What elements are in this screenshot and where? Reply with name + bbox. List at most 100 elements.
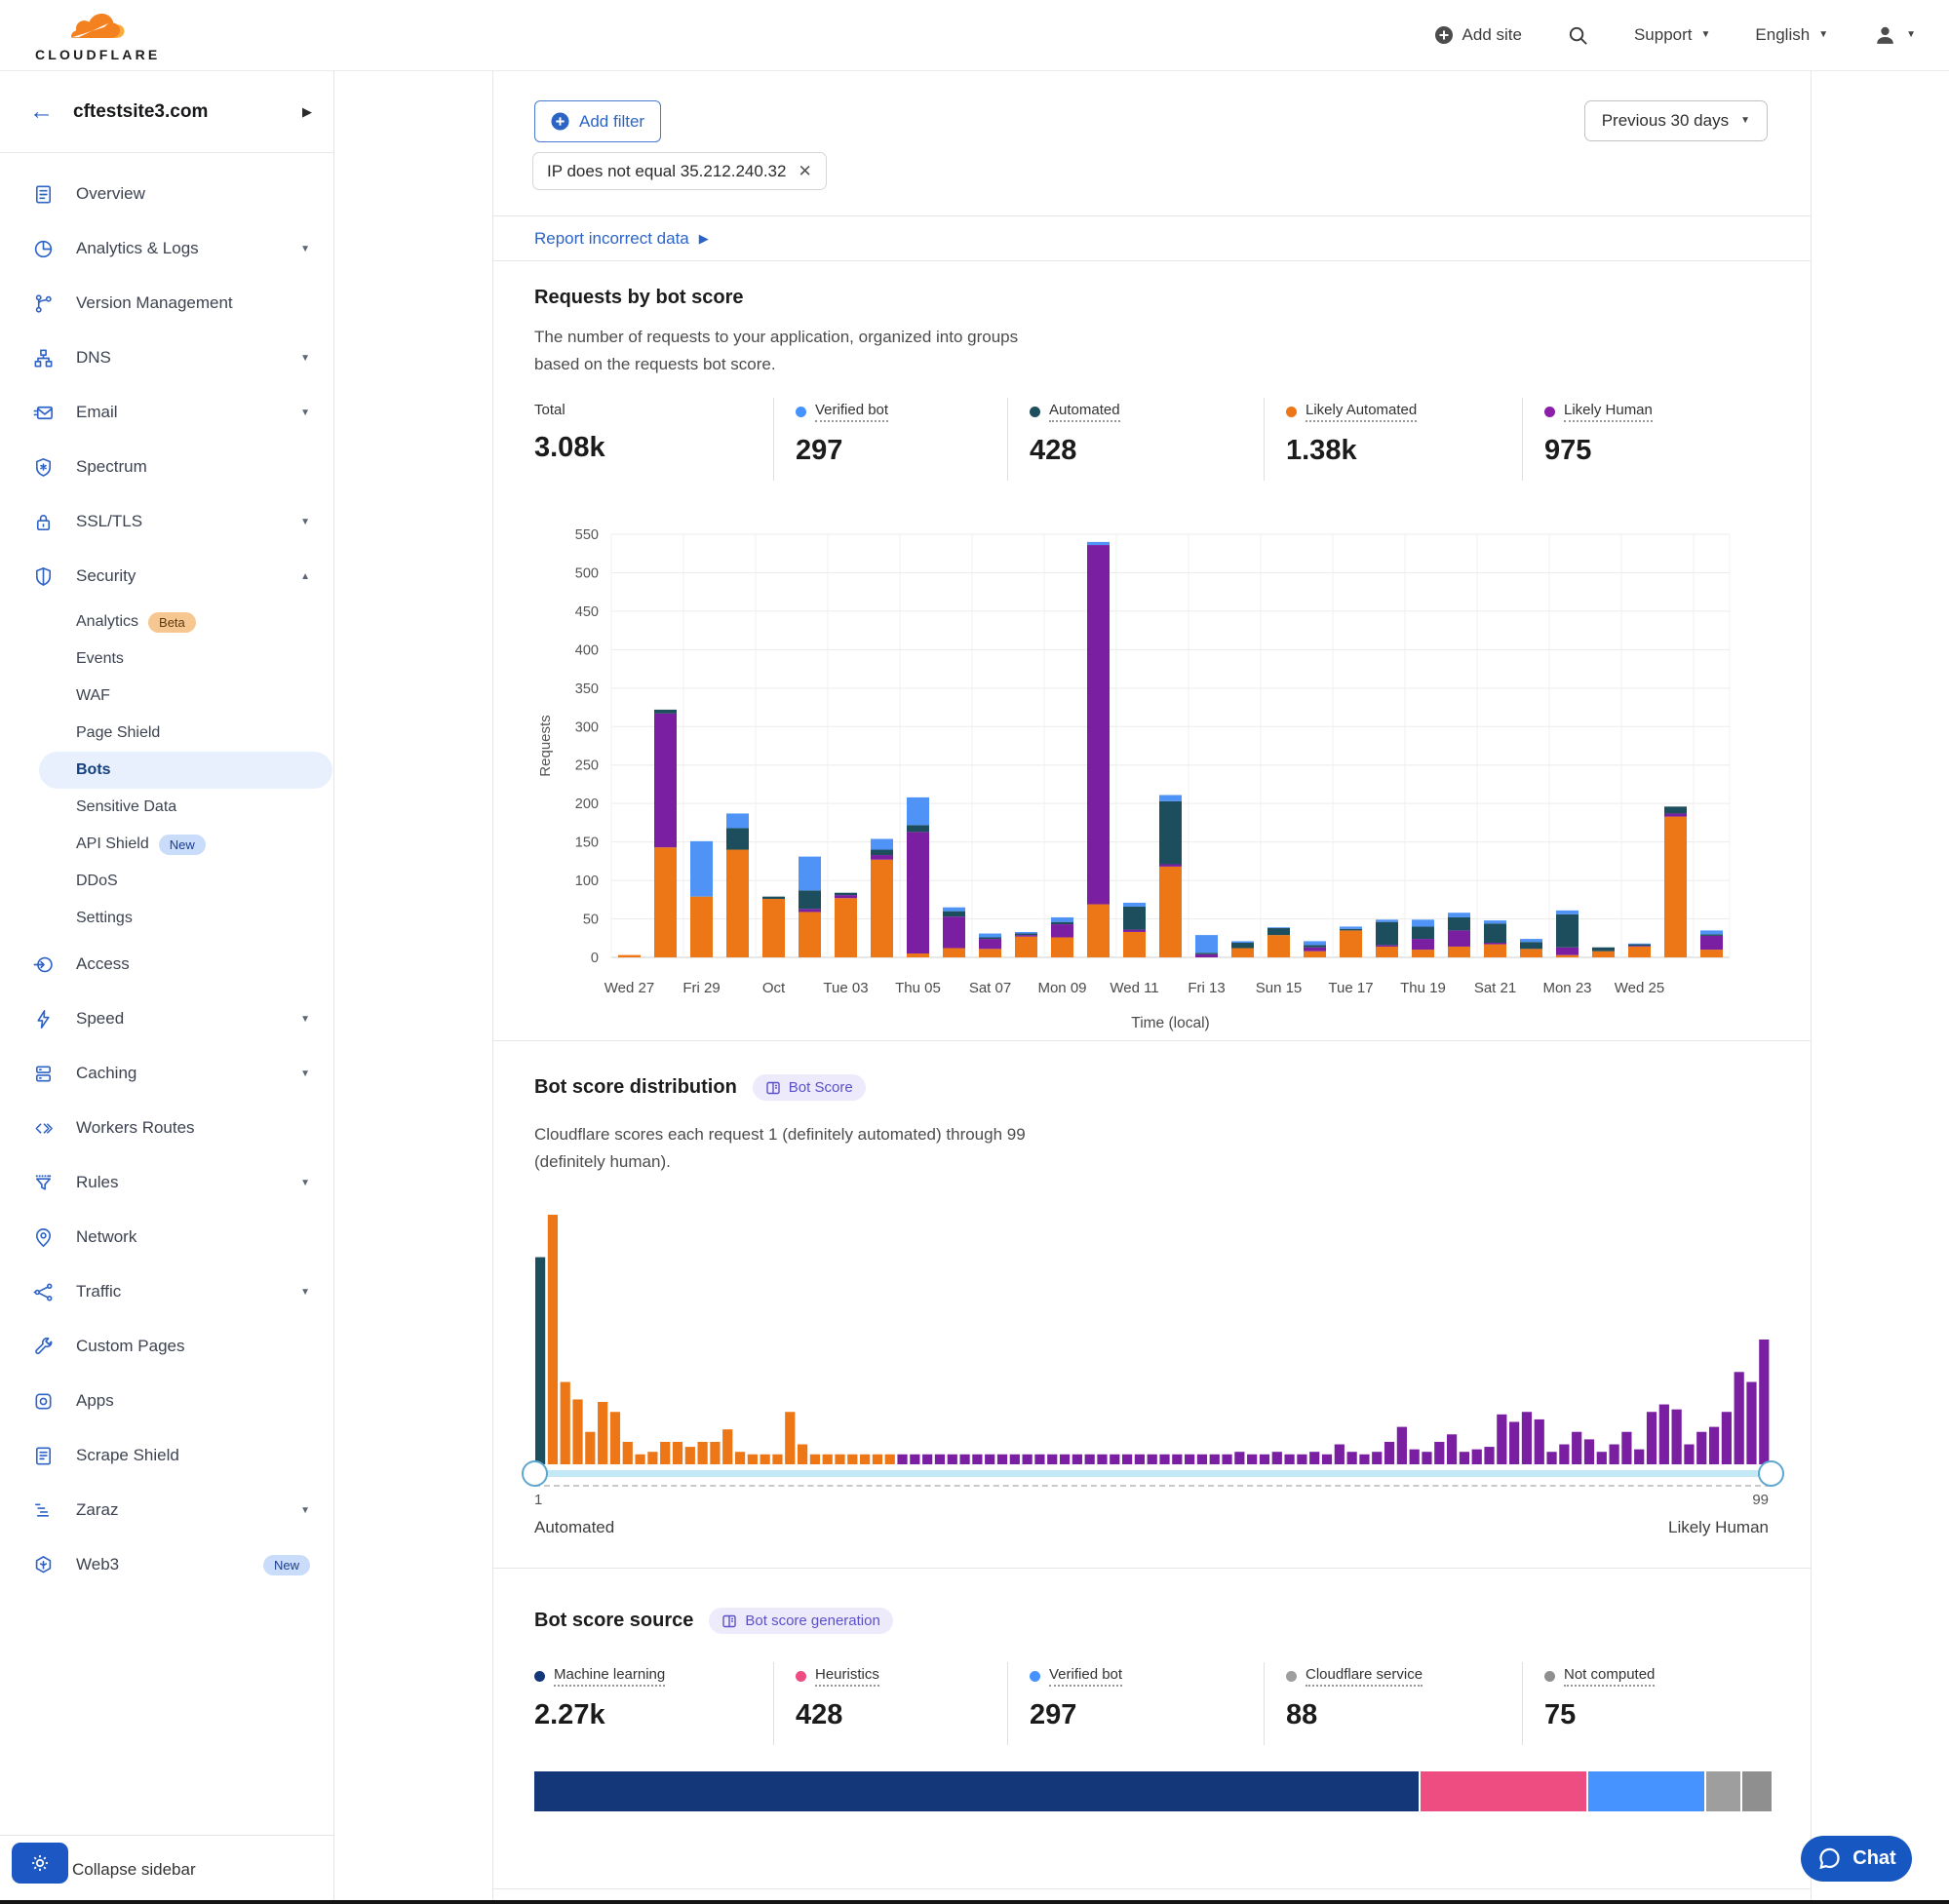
bar-segment-verified-bot[interactable] xyxy=(1087,542,1110,545)
bar-segment-automated[interactable] xyxy=(943,912,965,917)
bar-segment-automated[interactable] xyxy=(1304,945,1326,947)
bar-segment-verified-bot[interactable] xyxy=(1195,935,1218,952)
bar-segment-likely-automated[interactable] xyxy=(1304,952,1326,957)
bar-segment-verified-bot[interactable] xyxy=(979,934,1001,938)
bar-segment-automated[interactable] xyxy=(1015,934,1037,936)
stat-label-row[interactable]: Verified bot xyxy=(796,402,888,422)
bar-segment-likely-human[interactable] xyxy=(654,714,677,847)
histogram-bar[interactable] xyxy=(1559,1445,1569,1464)
bar-segment-likely-automated[interactable] xyxy=(1448,947,1470,957)
source-segment-cloudflare-service[interactable] xyxy=(1706,1771,1740,1811)
histogram-bar[interactable] xyxy=(535,1258,545,1464)
bar-segment-likely-human[interactable] xyxy=(1051,924,1073,937)
bar-segment-automated[interactable] xyxy=(1448,917,1470,930)
stat-label-row[interactable]: Cloudflare service xyxy=(1286,1666,1423,1687)
histogram-bar[interactable] xyxy=(561,1382,570,1464)
histogram-bar[interactable] xyxy=(1434,1442,1444,1464)
histogram-bar[interactable] xyxy=(1047,1455,1057,1464)
bar-segment-verified-bot[interactable] xyxy=(871,838,893,849)
bar-segment-verified-bot[interactable] xyxy=(799,857,821,891)
bar-segment-automated[interactable] xyxy=(1556,914,1579,948)
sidebar-item-caching[interactable]: Caching▼ xyxy=(0,1046,333,1101)
bar-segment-automated[interactable] xyxy=(762,897,785,899)
bar-segment-likely-human[interactable] xyxy=(1195,954,1218,957)
histogram-bar[interactable] xyxy=(1159,1455,1169,1464)
histogram-bar[interactable] xyxy=(1247,1455,1257,1464)
bar-segment-automated[interactable] xyxy=(1592,948,1615,952)
bar-segment-likely-automated[interactable] xyxy=(726,850,749,957)
histogram-bar[interactable] xyxy=(1172,1455,1182,1464)
bar-segment-likely-automated[interactable] xyxy=(1520,949,1542,957)
bar-segment-likely-automated[interactable] xyxy=(1376,947,1398,957)
bar-segment-verified-bot[interactable] xyxy=(1123,903,1146,907)
sidebar-subitem-sensitive-data[interactable]: Sensitive Data xyxy=(0,789,333,826)
bar-segment-likely-automated[interactable] xyxy=(654,847,677,957)
histogram-bar[interactable] xyxy=(1659,1405,1669,1464)
histogram-bar[interactable] xyxy=(1546,1452,1556,1464)
bar-segment-verified-bot[interactable] xyxy=(1340,926,1362,928)
histogram-bar[interactable] xyxy=(598,1402,607,1464)
histogram-bar[interactable] xyxy=(1097,1455,1107,1464)
sidebar-item-rules[interactable]: Rules▼ xyxy=(0,1155,333,1210)
bar-segment-automated[interactable] xyxy=(1664,806,1687,813)
bar-segment-likely-automated[interactable] xyxy=(1231,949,1254,957)
bar-segment-automated[interactable] xyxy=(907,825,929,832)
histogram-bar[interactable] xyxy=(1197,1455,1207,1464)
histogram-bar[interactable] xyxy=(585,1432,595,1464)
bar-segment-likely-automated[interactable] xyxy=(979,949,1001,957)
sidebar-subitem-api-shield[interactable]: API ShieldNew xyxy=(0,826,333,863)
histogram-bar[interactable] xyxy=(1709,1427,1719,1464)
histogram-bar[interactable] xyxy=(735,1452,745,1464)
bar-segment-verified-bot[interactable] xyxy=(1267,927,1290,928)
bar-segment-likely-automated[interactable] xyxy=(1556,955,1579,957)
bar-segment-automated[interactable] xyxy=(871,850,893,856)
bar-segment-likely-human[interactable] xyxy=(1412,939,1434,950)
support-menu[interactable]: Support ▼ xyxy=(1634,25,1710,45)
chat-button[interactable]: Chat xyxy=(1801,1836,1912,1882)
histogram-bar[interactable] xyxy=(572,1399,582,1464)
stat-label-row[interactable]: Heuristics xyxy=(796,1666,879,1687)
histogram-bar[interactable] xyxy=(1684,1445,1694,1464)
sidebar-item-ssl-tls[interactable]: SSL/TLS▼ xyxy=(0,494,333,549)
histogram-bar[interactable] xyxy=(1297,1455,1306,1464)
bar-segment-verified-bot[interactable] xyxy=(1700,930,1723,934)
sidebar-subitem-ddos[interactable]: DDoS xyxy=(0,863,333,900)
histogram-bar[interactable] xyxy=(1509,1421,1519,1464)
histogram-bar[interactable] xyxy=(1135,1455,1145,1464)
histogram-bar[interactable] xyxy=(772,1455,782,1464)
histogram-bar[interactable] xyxy=(1060,1455,1070,1464)
histogram-bar[interactable] xyxy=(885,1455,895,1464)
histogram-bar[interactable] xyxy=(847,1455,857,1464)
histogram-bar[interactable] xyxy=(1735,1372,1744,1464)
settings-gear-button[interactable] xyxy=(12,1843,68,1884)
bar-segment-likely-human[interactable] xyxy=(1664,813,1687,816)
bar-segment-automated[interactable] xyxy=(1051,922,1073,924)
sidebar-item-network[interactable]: Network xyxy=(0,1210,333,1264)
bar-segment-automated[interactable] xyxy=(799,890,821,909)
histogram-bar[interactable] xyxy=(610,1412,620,1464)
histogram-bar[interactable] xyxy=(1309,1452,1319,1464)
histogram-bar[interactable] xyxy=(1010,1455,1020,1464)
histogram-bar[interactable] xyxy=(1210,1455,1220,1464)
histogram-bar[interactable] xyxy=(1322,1455,1332,1464)
histogram-bar[interactable] xyxy=(810,1455,820,1464)
bar-segment-likely-human[interactable] xyxy=(871,855,893,860)
histogram-bar[interactable] xyxy=(1110,1455,1119,1464)
histogram-bar[interactable] xyxy=(722,1429,732,1464)
bar-segment-likely-automated[interactable] xyxy=(1592,952,1615,957)
sidebar-item-overview[interactable]: Overview xyxy=(0,167,333,221)
histogram-bar[interactable] xyxy=(1422,1452,1431,1464)
bar-segment-likely-human[interactable] xyxy=(1484,943,1506,945)
sidebar-subitem-events[interactable]: Events xyxy=(0,641,333,678)
histogram-bar[interactable] xyxy=(860,1455,870,1464)
histogram-bar[interactable] xyxy=(1272,1452,1282,1464)
histogram-bar[interactable] xyxy=(1535,1419,1544,1464)
sidebar-item-analytics-logs[interactable]: Analytics & Logs▼ xyxy=(0,221,333,276)
histogram-bar[interactable] xyxy=(1647,1412,1657,1464)
cloudflare-logo[interactable]: CLOUDFLARE xyxy=(35,11,160,62)
histogram-bar[interactable] xyxy=(1410,1450,1420,1464)
stat-label-row[interactable]: Likely Automated xyxy=(1286,402,1417,422)
bar-segment-automated[interactable] xyxy=(979,937,1001,939)
source-segment-verified-bot[interactable] xyxy=(1588,1771,1704,1811)
histogram-bar[interactable] xyxy=(798,1445,807,1464)
